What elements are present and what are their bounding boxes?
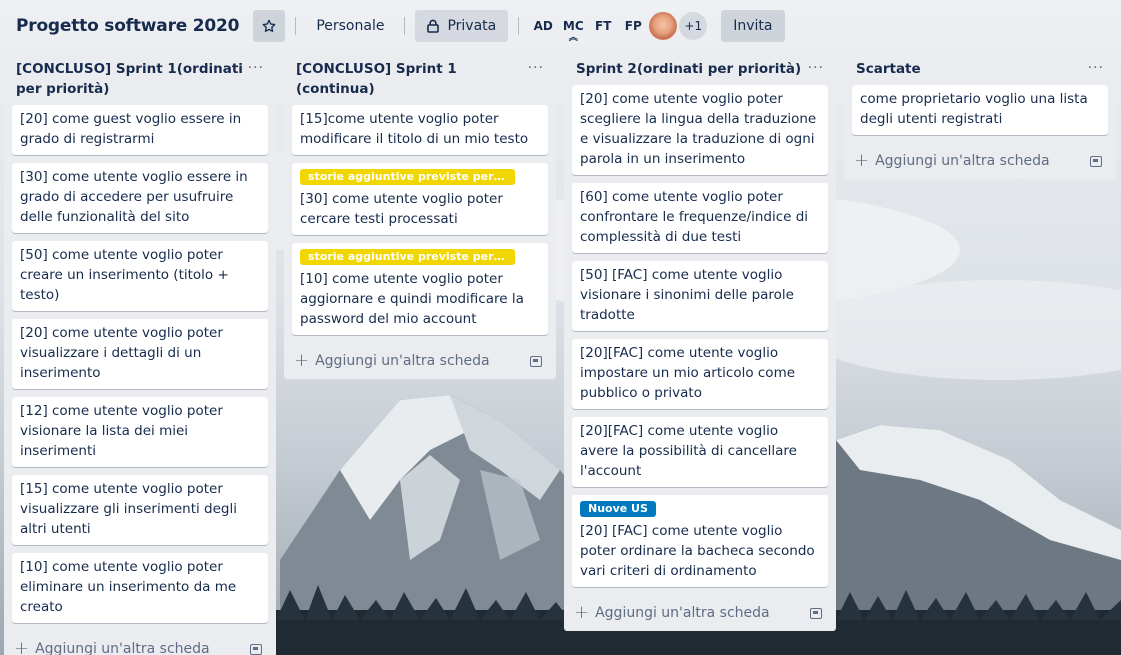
card-template-icon[interactable] (250, 643, 262, 655)
card[interactable]: [50] come utente voglio poter creare un … (12, 241, 268, 311)
visibility-button[interactable]: Privata (415, 10, 509, 42)
member-initials: AD (533, 19, 553, 33)
header-divider (518, 17, 520, 35)
card[interactable]: [20] come utente voglio poter visualizza… (12, 319, 268, 389)
card-title: [20] come guest voglio essere in grado d… (20, 111, 242, 147)
card[interactable]: [12] come utente voglio poter visionare … (12, 397, 268, 467)
header-divider (295, 17, 297, 35)
member-avatar[interactable]: AD (529, 12, 557, 40)
card[interactable]: storie aggiuntive previste per lo ... [30… (292, 163, 548, 235)
card-label: storie aggiuntive previste per lo ... (300, 169, 515, 185)
card-template-icon[interactable] (1090, 155, 1102, 167)
lock-icon (427, 19, 440, 33)
member-initials: FP (624, 19, 642, 33)
invite-button[interactable]: Invita (721, 10, 785, 42)
board-members: AD MC ︽ FT FP +1 (529, 12, 708, 43)
add-card-button[interactable]: + Aggiungi un'altra scheda (574, 602, 770, 623)
list-title[interactable]: Sprint 2(ordinati per priorità) (576, 59, 801, 79)
list-header: Scartate ··· (852, 51, 1108, 85)
list-title[interactable]: [CONCLUSO] Sprint 1 (continua) (296, 59, 528, 99)
card-title: [30] come utente voglio poter cercare te… (300, 191, 503, 227)
card-title: [10] come utente voglio poter eliminare … (20, 559, 237, 615)
card-template-icon[interactable] (810, 607, 822, 619)
plus-icon: + (574, 602, 590, 623)
card[interactable]: [20] come utente voglio poter scegliere … (572, 85, 828, 175)
card[interactable]: [15] come utente voglio poter visualizza… (12, 475, 268, 545)
card-label: Nuove US (580, 501, 656, 517)
list-column[interactable]: Scartate ··· come proprietario voglio una … (844, 51, 1116, 179)
admin-chevron-icon: ︽ (568, 33, 578, 43)
list-footer: + Aggiungi un'altra scheda (572, 595, 828, 631)
card-title: [20] come utente voglio poter visualizza… (20, 325, 223, 381)
list-footer: + Aggiungi un'altra scheda (852, 143, 1108, 179)
card-template-icon[interactable] (530, 355, 542, 367)
list-menu-icon[interactable]: ··· (528, 61, 544, 75)
plus-icon: + (14, 638, 30, 655)
visibility-label: Privata (447, 18, 497, 34)
card-title: [30] come utente voglio essere in grado … (20, 169, 248, 225)
card-title: [20] [FAC] come utente voglio poter ordi… (580, 523, 815, 579)
list-column[interactable]: Sprint 2(ordinati per priorità) ··· [20] c… (564, 51, 836, 631)
header-divider (404, 17, 406, 35)
member-photo-avatar[interactable] (649, 12, 678, 40)
list-footer: + Aggiungi un'altra scheda (12, 631, 268, 655)
star-button[interactable] (253, 10, 286, 42)
card[interactable]: Nuove US [20] [FAC] come utente voglio po… (572, 495, 828, 587)
card[interactable]: [20][FAC] come utente voglio impostare u… (572, 339, 828, 409)
list-menu-icon[interactable]: ··· (808, 61, 824, 75)
more-members-button[interactable]: +1 (679, 12, 708, 40)
card[interactable]: [50] [FAC] come utente voglio visionare … (572, 261, 828, 331)
board-title[interactable]: Progetto software 2020 (16, 16, 240, 36)
member-avatar[interactable]: FT (589, 12, 617, 40)
card-title: [50] come utente voglio poter creare un … (20, 247, 229, 303)
card[interactable]: come proprietario voglio una lista degli… (852, 85, 1108, 135)
list-menu-icon[interactable]: ··· (1088, 61, 1104, 75)
add-card-label: Aggiungi un'altra scheda (35, 641, 210, 655)
list-footer: + Aggiungi un'altra scheda (292, 343, 548, 379)
card[interactable]: [20][FAC] come utente voglio avere la po… (572, 417, 828, 487)
star-icon (262, 19, 276, 32)
board-header: Progetto software 2020 Personale Privata… (0, 0, 1121, 52)
card-title: come proprietario voglio una lista degli… (860, 91, 1088, 127)
add-card-label: Aggiungi un'altra scheda (595, 605, 770, 621)
card[interactable]: [30] come utente voglio essere in grado … (12, 163, 268, 233)
card-title: [15] come utente voglio poter visualizza… (20, 481, 238, 537)
card-title: [12] come utente voglio poter visionare … (20, 403, 223, 459)
member-initials: MC (562, 19, 584, 33)
card-title: [20][FAC] come utente voglio avere la po… (580, 423, 797, 479)
add-card-button[interactable]: + Aggiungi un'altra scheda (854, 150, 1050, 171)
list-header: Sprint 2(ordinati per priorità) ··· (572, 51, 828, 85)
card[interactable]: [10] come utente voglio poter eliminare … (12, 553, 268, 623)
card-title: [60] come utente voglio poter confrontar… (580, 189, 809, 245)
card-title: [20] come utente voglio poter scegliere … (580, 91, 817, 167)
card[interactable]: storie aggiuntive previste per lo ... [10… (292, 243, 548, 335)
member-initials: FT (595, 19, 612, 33)
card[interactable]: [20] come guest voglio essere in grado d… (12, 105, 268, 155)
card-label: storie aggiuntive previste per lo ... (300, 249, 515, 265)
plus-icon: + (294, 350, 310, 371)
list-column[interactable]: [CONCLUSO] Sprint 1(ordinati per priorit… (4, 51, 276, 655)
add-card-label: Aggiungi un'altra scheda (315, 353, 490, 369)
add-card-button[interactable]: + Aggiungi un'altra scheda (294, 350, 490, 371)
card-title: [15]come utente voglio poter modificare … (300, 111, 529, 147)
add-card-label: Aggiungi un'altra scheda (875, 153, 1050, 169)
list-title[interactable]: [CONCLUSO] Sprint 1(ordinati per priorit… (16, 59, 248, 99)
list-header: [CONCLUSO] Sprint 1 (continua) ··· (292, 51, 548, 105)
team-button[interactable]: Personale (306, 10, 394, 42)
list-menu-icon[interactable]: ··· (248, 61, 264, 75)
card-title: [20][FAC] come utente voglio impostare u… (580, 345, 796, 401)
list-column[interactable]: [CONCLUSO] Sprint 1 (continua) ··· [15]com… (284, 51, 556, 379)
list-title[interactable]: Scartate (856, 59, 921, 79)
add-card-button[interactable]: + Aggiungi un'altra scheda (14, 638, 210, 655)
list-header: [CONCLUSO] Sprint 1(ordinati per priorit… (12, 51, 268, 105)
member-avatar[interactable]: MC ︽ (559, 12, 587, 43)
card-title: [50] [FAC] come utente voglio visionare … (580, 267, 794, 323)
card[interactable]: [15]come utente voglio poter modificare … (292, 105, 548, 155)
card[interactable]: [60] come utente voglio poter confrontar… (572, 183, 828, 253)
plus-icon: + (854, 150, 870, 171)
member-avatar[interactable]: FP (619, 12, 647, 40)
card-title: [10] come utente voglio poter aggiornare… (300, 271, 524, 327)
